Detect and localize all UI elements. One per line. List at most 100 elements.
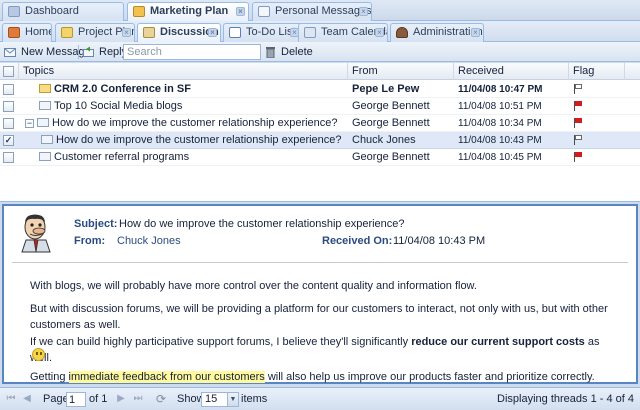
topic-text: Top 10 Social Media blogs: [54, 100, 183, 112]
red-flag-icon[interactable]: [574, 152, 583, 162]
close-icon[interactable]: ×: [359, 7, 368, 16]
tab-team-calendar[interactable]: Team Calendar ×: [298, 23, 388, 42]
flag-cloth: [575, 101, 582, 106]
table-row[interactable]: CRM 2.0 Conference in SF Pepe Le Pew 11/04…: [0, 81, 640, 98]
from-cell: George Bennett: [352, 117, 430, 129]
topic-cell[interactable]: − How do we improve the customer relation…: [25, 115, 350, 132]
subject-label: Subject:: [74, 218, 118, 230]
delete-button[interactable]: Delete: [262, 44, 313, 60]
topic-cell[interactable]: Customer referral programs: [25, 149, 350, 166]
topic-text: How do we improve the customer relations…: [56, 134, 342, 146]
row-checkbox-cell: [0, 115, 19, 132]
white-flag-icon[interactable]: [574, 135, 583, 145]
row-checkbox[interactable]: [3, 101, 14, 112]
received-cell: 11/04/08 10:47 PM: [458, 84, 543, 95]
tab-label: To-Do List: [246, 26, 296, 38]
column-header-from[interactable]: From: [348, 63, 454, 80]
avatar: [16, 212, 56, 254]
row-checkbox[interactable]: [3, 84, 14, 95]
page-label: Page: [43, 393, 69, 405]
page-number-input[interactable]: [66, 392, 86, 407]
red-flag-icon[interactable]: [574, 118, 583, 128]
column-header-topics[interactable]: Topics: [19, 63, 348, 80]
flag-cloth: [575, 84, 582, 89]
row-checkbox[interactable]: ✓: [3, 135, 14, 146]
tab-label: Dashboard: [25, 5, 79, 17]
close-icon[interactable]: ×: [236, 7, 245, 16]
message-paragraph: But with discussion forums, we will be p…: [30, 303, 608, 331]
tab-project-plan[interactable]: Project Plan ×: [55, 23, 135, 42]
close-icon[interactable]: ×: [471, 28, 480, 37]
collapse-icon[interactable]: −: [25, 119, 34, 128]
tab-label: Marketing Plan: [150, 5, 229, 17]
admin-user-icon: [396, 27, 408, 38]
column-header-flag[interactable]: Flag: [569, 63, 625, 80]
preview-divider: [12, 262, 628, 263]
received-cell: 11/04/08 10:45 PM: [458, 152, 542, 163]
close-icon[interactable]: ×: [208, 28, 217, 37]
table-row[interactable]: Customer referral programs George Bennett…: [0, 149, 640, 166]
white-flag-icon[interactable]: [574, 84, 583, 94]
tab-discussion[interactable]: Discussion ×: [137, 23, 221, 43]
sub-tab-bar: Home Project Plan × Discussion × To-Do L…: [0, 21, 640, 43]
calendar-icon: [304, 27, 316, 38]
read-envelope-icon: [37, 118, 49, 127]
topic-cell[interactable]: How do we improve the customer relations…: [41, 132, 350, 149]
document-icon: [61, 27, 73, 38]
row-checkbox[interactable]: [3, 152, 14, 163]
red-flag-icon[interactable]: [574, 101, 583, 111]
message-toolbar: New Message Reply Delete: [0, 42, 640, 62]
tab-administration[interactable]: Administration ×: [390, 23, 484, 42]
topic-cell[interactable]: CRM 2.0 Conference in SF: [25, 81, 350, 98]
select-all-checkbox[interactable]: [3, 66, 14, 77]
column-header-received[interactable]: Received: [454, 63, 569, 80]
search-input[interactable]: [123, 44, 261, 60]
table-row[interactable]: ✓ How do we improve the customer relation…: [0, 132, 640, 149]
checklist-icon: [229, 27, 241, 38]
topic-text: Customer referral programs: [54, 151, 190, 163]
row-checkbox-cell: [0, 98, 19, 115]
from-cell: Chuck Jones: [352, 134, 416, 146]
from-cell: George Bennett: [352, 151, 430, 163]
bold-text: reduce our current support costs: [411, 336, 585, 348]
page-count-label: of 1: [89, 393, 108, 405]
envelope-icon: [258, 6, 270, 17]
topic-cell[interactable]: Top 10 Social Media blogs: [25, 98, 350, 115]
table-row[interactable]: Top 10 Social Media blogs George Bennett 1…: [0, 98, 640, 115]
refresh-icon[interactable]: ⟳: [155, 393, 167, 405]
tab-personal-messages[interactable]: Personal Messages ×: [252, 2, 372, 21]
row-checkbox[interactable]: [3, 118, 14, 129]
previous-page-icon[interactable]: ◀: [22, 394, 32, 404]
top-tab-bar: Dashboard Marketing Plan × Personal Mess…: [0, 0, 640, 22]
first-page-icon[interactable]: ⏮: [6, 394, 16, 404]
tab-marketing-plan[interactable]: Marketing Plan ×: [127, 2, 249, 22]
table-row[interactable]: − How do we improve the customer relation…: [0, 115, 640, 132]
subject-value: How do we improve the customer relations…: [119, 218, 405, 230]
grid-header: Topics From Received Flag: [0, 63, 640, 80]
discussion-icon: [143, 27, 155, 38]
trash-icon: [264, 46, 277, 59]
next-page-icon[interactable]: ▶: [116, 394, 126, 404]
tab-home[interactable]: Home: [2, 23, 52, 42]
page-size-select[interactable]: 15 ▼: [201, 392, 239, 407]
from-link[interactable]: Chuck Jones: [117, 235, 181, 247]
select-all-column: [0, 63, 19, 80]
received-cell: 11/04/08 10:51 PM: [458, 101, 542, 112]
reply-button[interactable]: Reply: [80, 44, 127, 60]
tab-dashboard[interactable]: Dashboard: [2, 2, 124, 21]
items-label: items: [241, 393, 268, 405]
close-icon[interactable]: ×: [375, 28, 384, 37]
new-message-icon: [4, 46, 17, 58]
received-cell: 11/04/08 10:43 PM: [458, 135, 542, 146]
tab-to-do-list[interactable]: To-Do List ×: [223, 23, 303, 42]
row-checkbox-cell: ✓: [0, 132, 19, 149]
tab-label: Home: [25, 26, 52, 38]
close-icon[interactable]: ×: [122, 28, 131, 37]
smiley-icon: [32, 348, 45, 361]
message-preview: Subject: How do we improve the customer …: [2, 204, 638, 384]
paging-toolbar: ⏮ ◀ Page of 1 ▶ ⏭ ⟳ Show 15 ▼ items Disp…: [0, 387, 640, 410]
row-checkbox-cell: [0, 81, 19, 98]
message-paragraph: If we can build highly participative sup…: [30, 336, 600, 364]
last-page-icon[interactable]: ⏭: [133, 394, 143, 404]
paging-status: Displaying threads 1 - 4 of 4: [497, 393, 634, 405]
